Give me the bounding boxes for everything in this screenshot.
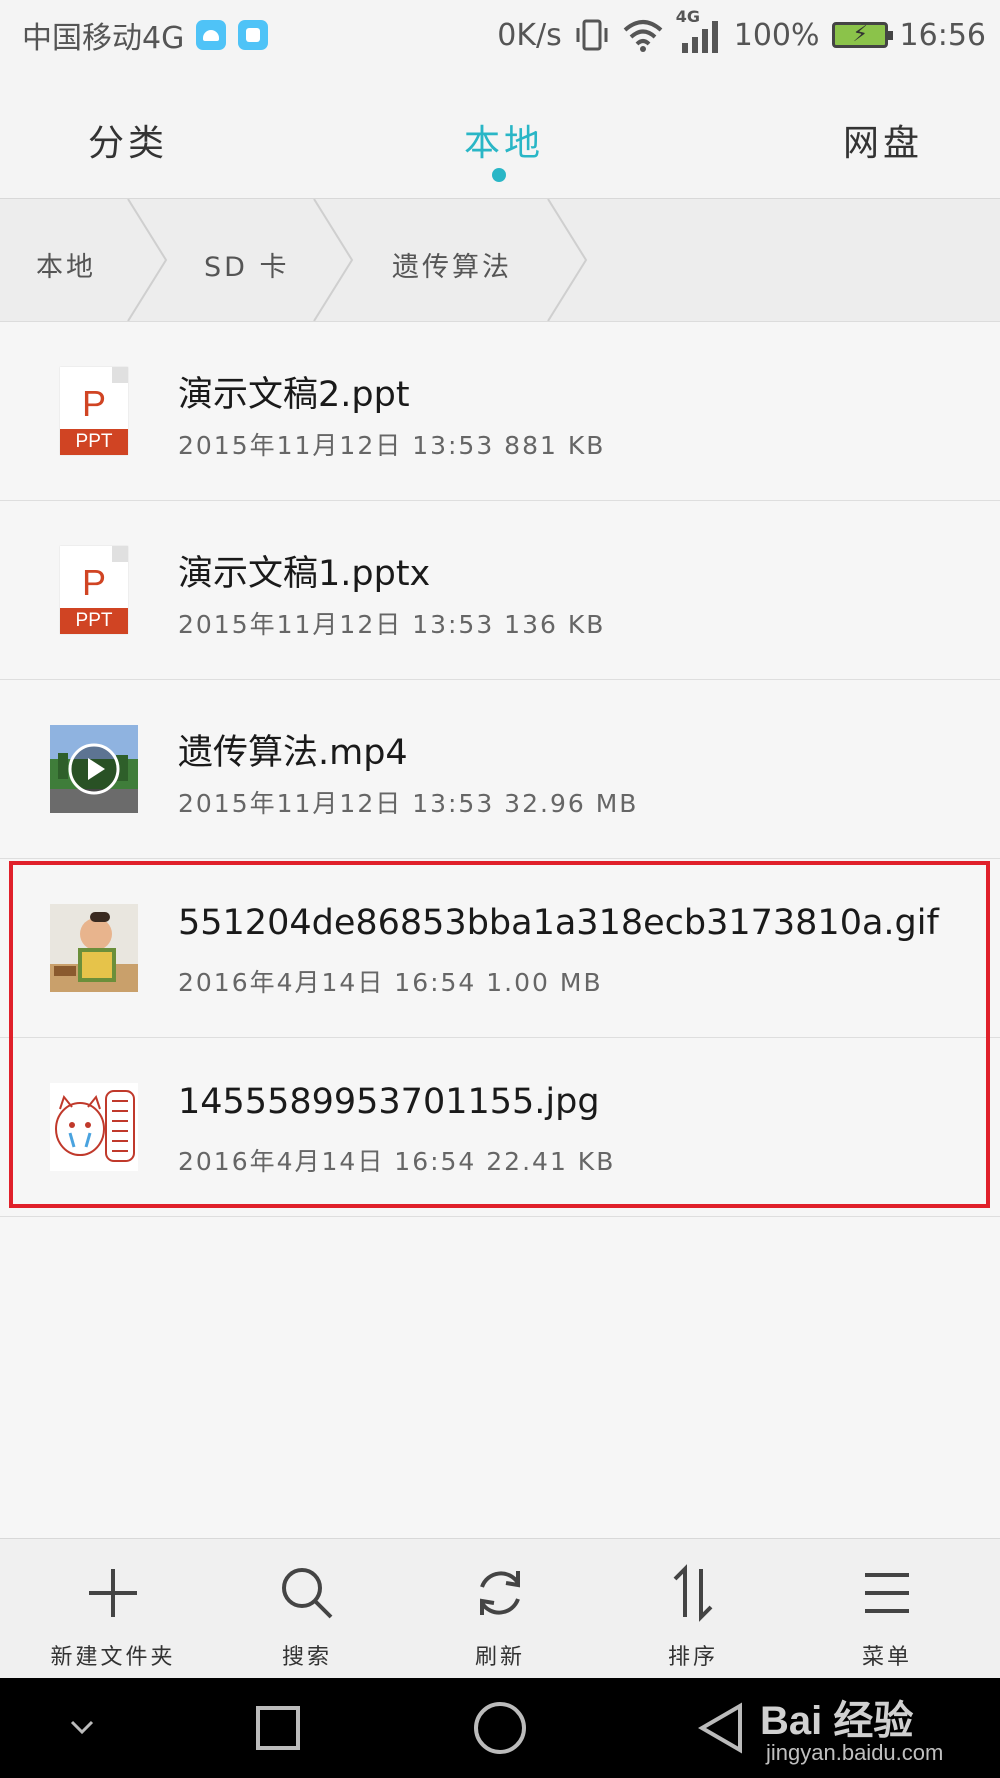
file-meta: 2015年11月12日 13:53 881 KB: [178, 431, 606, 460]
home-button[interactable]: [470, 1698, 530, 1758]
file-name: 551204de86853bba1a318ecb3173810a.gif: [178, 903, 939, 943]
file-name: 遗传算法.mp4: [178, 733, 408, 773]
tab-category[interactable]: 分类: [88, 114, 168, 166]
refresh-icon: [480, 1571, 520, 1615]
chevron-down-icon[interactable]: [52, 1698, 112, 1758]
jpg-thumbnail: [50, 1083, 138, 1171]
breadcrumb: 本地 SD 卡 遗传算法: [0, 199, 1000, 321]
search-button[interactable]: 搜索: [212, 1539, 402, 1679]
clock: 16:56: [899, 17, 986, 53]
ppt-icon-letter: P: [81, 562, 106, 603]
battery-percent: 100%: [733, 17, 820, 53]
carrier-label: 中国移动4G: [22, 21, 185, 56]
sort-icon: [673, 1564, 713, 1622]
refresh-label: 刷新: [474, 1645, 525, 1670]
active-tab-indicator: [492, 168, 506, 182]
gif-thumbnail: [50, 904, 138, 992]
cell-signal: 4G: [676, 7, 722, 55]
breadcrumb-local[interactable]: 本地: [36, 245, 96, 284]
battery-icon: ⚡: [831, 22, 893, 48]
signal-icon: [681, 21, 718, 53]
ppt-icon: P PPT: [50, 546, 138, 634]
breadcrumb-folder[interactable]: 遗传算法: [392, 245, 512, 284]
file-meta: 2016年4月14日 16:54 1.00 MB: [178, 968, 603, 997]
menu-icon: [865, 1573, 909, 1613]
file-list: P PPT 演示文稿2.ppt 2015年11月12日 13:53 881 KB…: [0, 322, 1000, 1217]
file-meta: 2015年11月12日 13:53 136 KB: [178, 610, 606, 639]
list-item[interactable]: P PPT 演示文稿2.ppt 2015年11月12日 13:53 881 KB: [0, 322, 1000, 501]
tab-local[interactable]: 本地: [464, 114, 544, 166]
watermark-brand: Bai 经验: [760, 1699, 914, 1743]
breadcrumb-separator: [547, 199, 588, 321]
status-left: 中国移动4G: [0, 13, 269, 57]
watermark-url: jingyan.baidu.com: [766, 1740, 944, 1765]
ppt-icon-letter: P: [81, 383, 106, 424]
status-bar: 中国移动4G 0K/s 4G 100% ⚡ 16:56: [0, 0, 1000, 70]
breadcrumb-separator: [127, 199, 168, 321]
shop-app-icon: [238, 20, 269, 50]
breadcrumb-sd-card[interactable]: SD 卡: [204, 245, 290, 284]
new-folder-button[interactable]: 新建文件夹: [18, 1539, 208, 1679]
sort-label: 排序: [667, 1645, 718, 1670]
wifi-icon: [623, 20, 663, 52]
list-item[interactable]: P PPT 演示文稿1.pptx 2015年11月12日 13:53 136 K…: [0, 501, 1000, 680]
file-meta: 2015年11月12日 13:53 32.96 MB: [178, 789, 639, 818]
search-icon: [282, 1568, 333, 1619]
recent-apps-button[interactable]: [248, 1698, 308, 1758]
breadcrumb-separator: [313, 199, 354, 321]
list-item[interactable]: 遗传算法.mp4 2015年11月12日 13:53 32.96 MB: [0, 680, 1000, 859]
file-name: 1455589953701155.jpg: [178, 1082, 600, 1122]
file-manager-screen: 中国移动4G 0K/s 4G 100% ⚡ 16:56 分类 本地 网盘 本地 …: [0, 0, 1000, 1778]
vibrate-icon: [576, 19, 608, 51]
file-name: 演示文稿1.pptx: [178, 554, 431, 594]
refresh-button[interactable]: 刷新: [405, 1539, 595, 1679]
ppt-icon: P PPT: [50, 367, 138, 455]
ppt-icon-badge: PPT: [60, 608, 128, 634]
back-button[interactable]: [690, 1698, 750, 1758]
menu-label: 菜单: [861, 1645, 912, 1670]
ppt-icon-badge: PPT: [60, 429, 128, 455]
search-label: 搜索: [281, 1645, 332, 1670]
file-meta: 2016年4月14日 16:54 22.41 KB: [178, 1147, 616, 1176]
plus-icon: [89, 1569, 137, 1617]
list-item[interactable]: 1455589953701155.jpg 2016年4月14日 16:54 22…: [0, 1038, 1000, 1217]
video-thumbnail: [50, 725, 138, 813]
network-speed: 0K/s: [497, 17, 562, 53]
sort-button[interactable]: 排序: [598, 1539, 788, 1679]
menu-button[interactable]: 菜单: [792, 1539, 982, 1679]
tab-cloud[interactable]: 网盘: [843, 114, 923, 166]
list-item[interactable]: 551204de86853bba1a318ecb3173810a.gif 201…: [0, 859, 1000, 1038]
android-app-icon: [196, 20, 227, 50]
new-folder-label: 新建文件夹: [50, 1645, 176, 1670]
file-name: 演示文稿2.ppt: [178, 375, 410, 415]
bottom-toolbar: 新建文件夹 搜索 刷新 排序 菜单: [0, 1538, 1000, 1679]
status-right: 0K/s 4G 100% ⚡ 16:56: [497, 7, 1000, 55]
